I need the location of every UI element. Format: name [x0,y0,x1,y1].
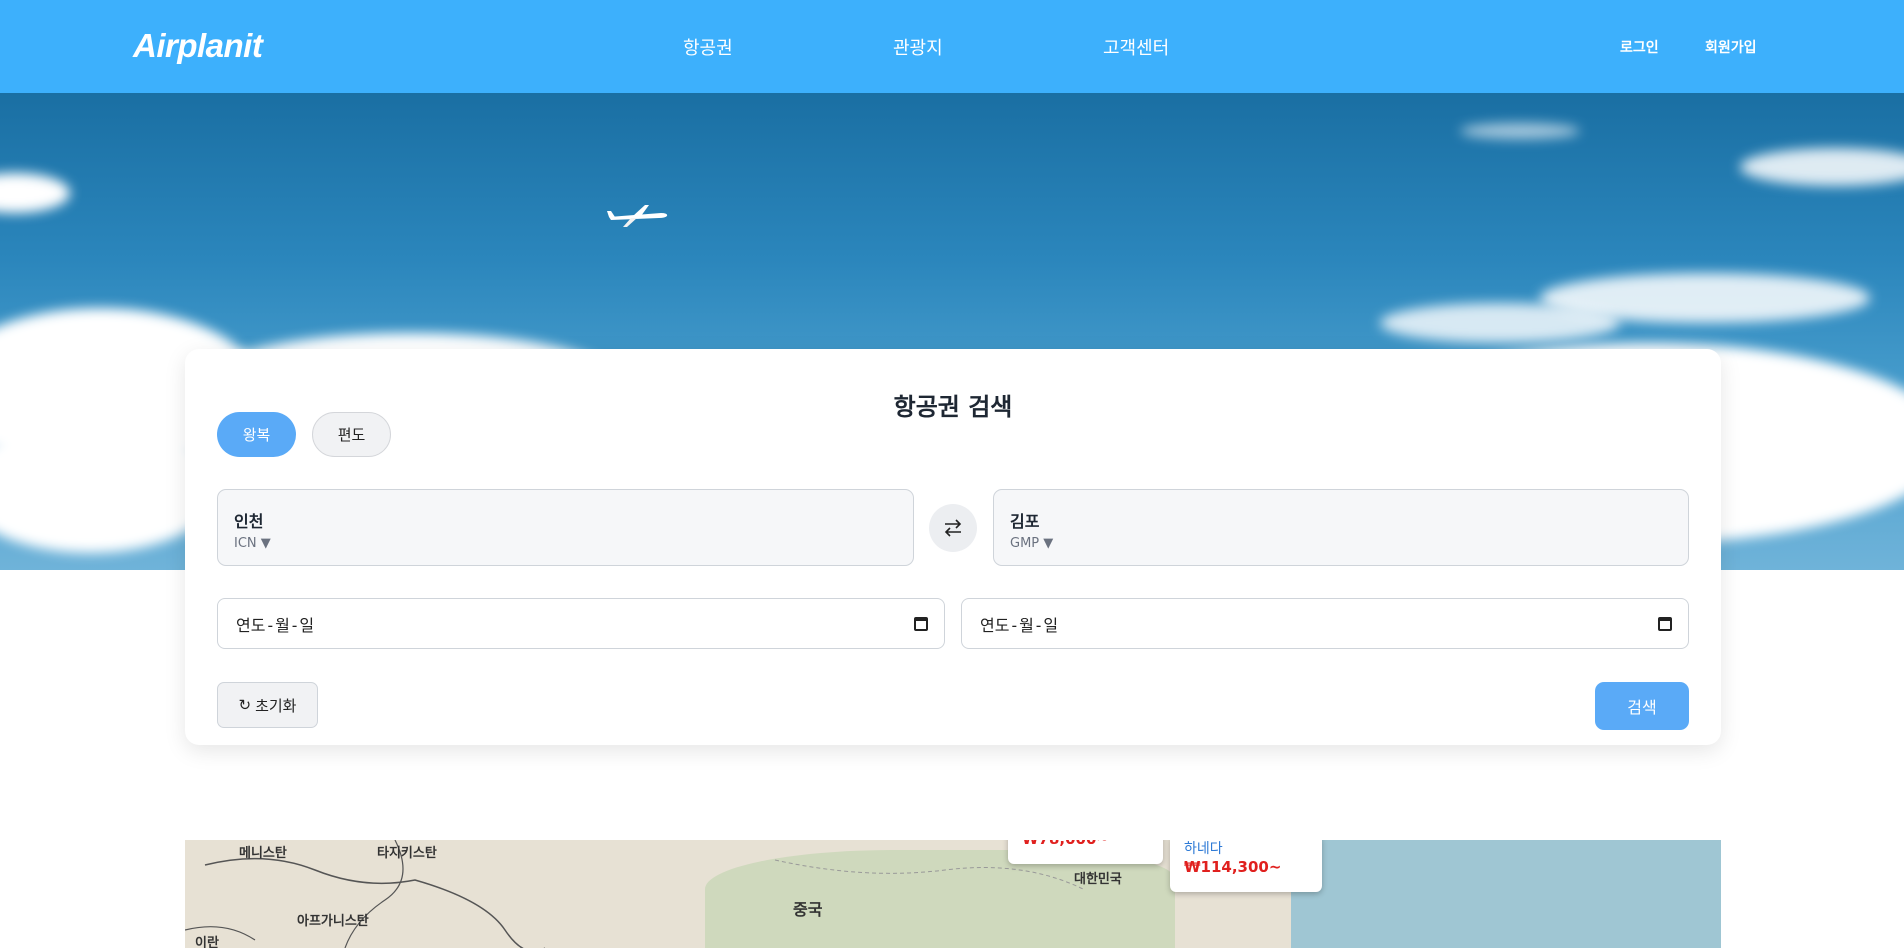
cloud-shape [1380,303,1620,343]
map-label-country: 타지키스탄 [377,846,437,861]
price-marker-card[interactable]: 하네다 ₩114,300~ [1170,840,1322,892]
departure-airport-name: 인천 [234,512,264,531]
airplane-icon [607,205,668,227]
login-link[interactable]: 로그인 [1620,37,1659,57]
arrival-airport-code: GMP ▼ [1010,536,1054,551]
calendar-icon[interactable] [914,616,928,631]
search-title: 항공권 검색 [893,393,1013,421]
departure-airport-code: ICN ▼ [234,536,271,551]
top-header: Airplanit 항공권 관광지 고객센터 로그인 회원가입 [0,0,1904,93]
map-label-country: 대한민국 [1074,872,1122,887]
nav-item-flights[interactable]: 항공권 [683,34,733,60]
nav-item-attractions[interactable]: 관광지 [893,34,943,60]
map-label-country: 아프가니스탄 [297,914,369,929]
departure-date-placeholder: 연도-월-일 [236,615,315,635]
price-marker-city: 하네다 [1184,841,1223,857]
destination-map[interactable]: 메니스탄 타지키스탄 아프가니스탄 이란 중국 대한민국 ₩78,000~ 하네… [185,840,1721,948]
one-way-button[interactable]: 편도 [312,412,391,457]
cloud-shape [1460,123,1580,139]
arrival-airport-select[interactable]: 김포 GMP ▼ [993,489,1689,566]
refresh-icon: ↻ [238,696,252,714]
flight-search-card: 항공권 검색 왕복 편도 인천 ICN ▼ 김포 GMP ▼ 연도-월-일 연도… [185,349,1721,745]
reset-button[interactable]: ↻ 초기화 [217,682,318,728]
arrival-airport-name: 김포 [1010,512,1040,531]
price-marker-value: ₩114,300~ [1184,858,1282,876]
cloud-shape [0,173,70,213]
price-marker-card[interactable]: ₩78,000~ [1008,840,1163,864]
brand-logo[interactable]: Airplanit [133,27,263,65]
price-marker-value: ₩78,000~ [1022,840,1149,848]
signup-link[interactable]: 회원가입 [1705,37,1757,57]
nav-item-support[interactable]: 고객센터 [1103,34,1169,60]
map-label-country: 이란 [195,936,219,948]
return-date-placeholder: 연도-월-일 [980,615,1059,635]
round-trip-button[interactable]: 왕복 [217,412,296,457]
calendar-icon[interactable] [1658,616,1672,631]
search-button[interactable]: 검색 [1595,682,1689,730]
return-date-input[interactable]: 연도-월-일 [961,598,1689,649]
departure-date-input[interactable]: 연도-월-일 [217,598,945,649]
departure-airport-select[interactable]: 인천 ICN ▼ [217,489,914,566]
map-label-country: 메니스탄 [239,846,287,861]
swap-airports-button[interactable] [929,504,977,552]
swap-arrows-icon [944,519,962,537]
map-label-country: 중국 [793,900,823,919]
reset-label: 초기화 [255,696,297,715]
cloud-shape [1740,148,1904,186]
